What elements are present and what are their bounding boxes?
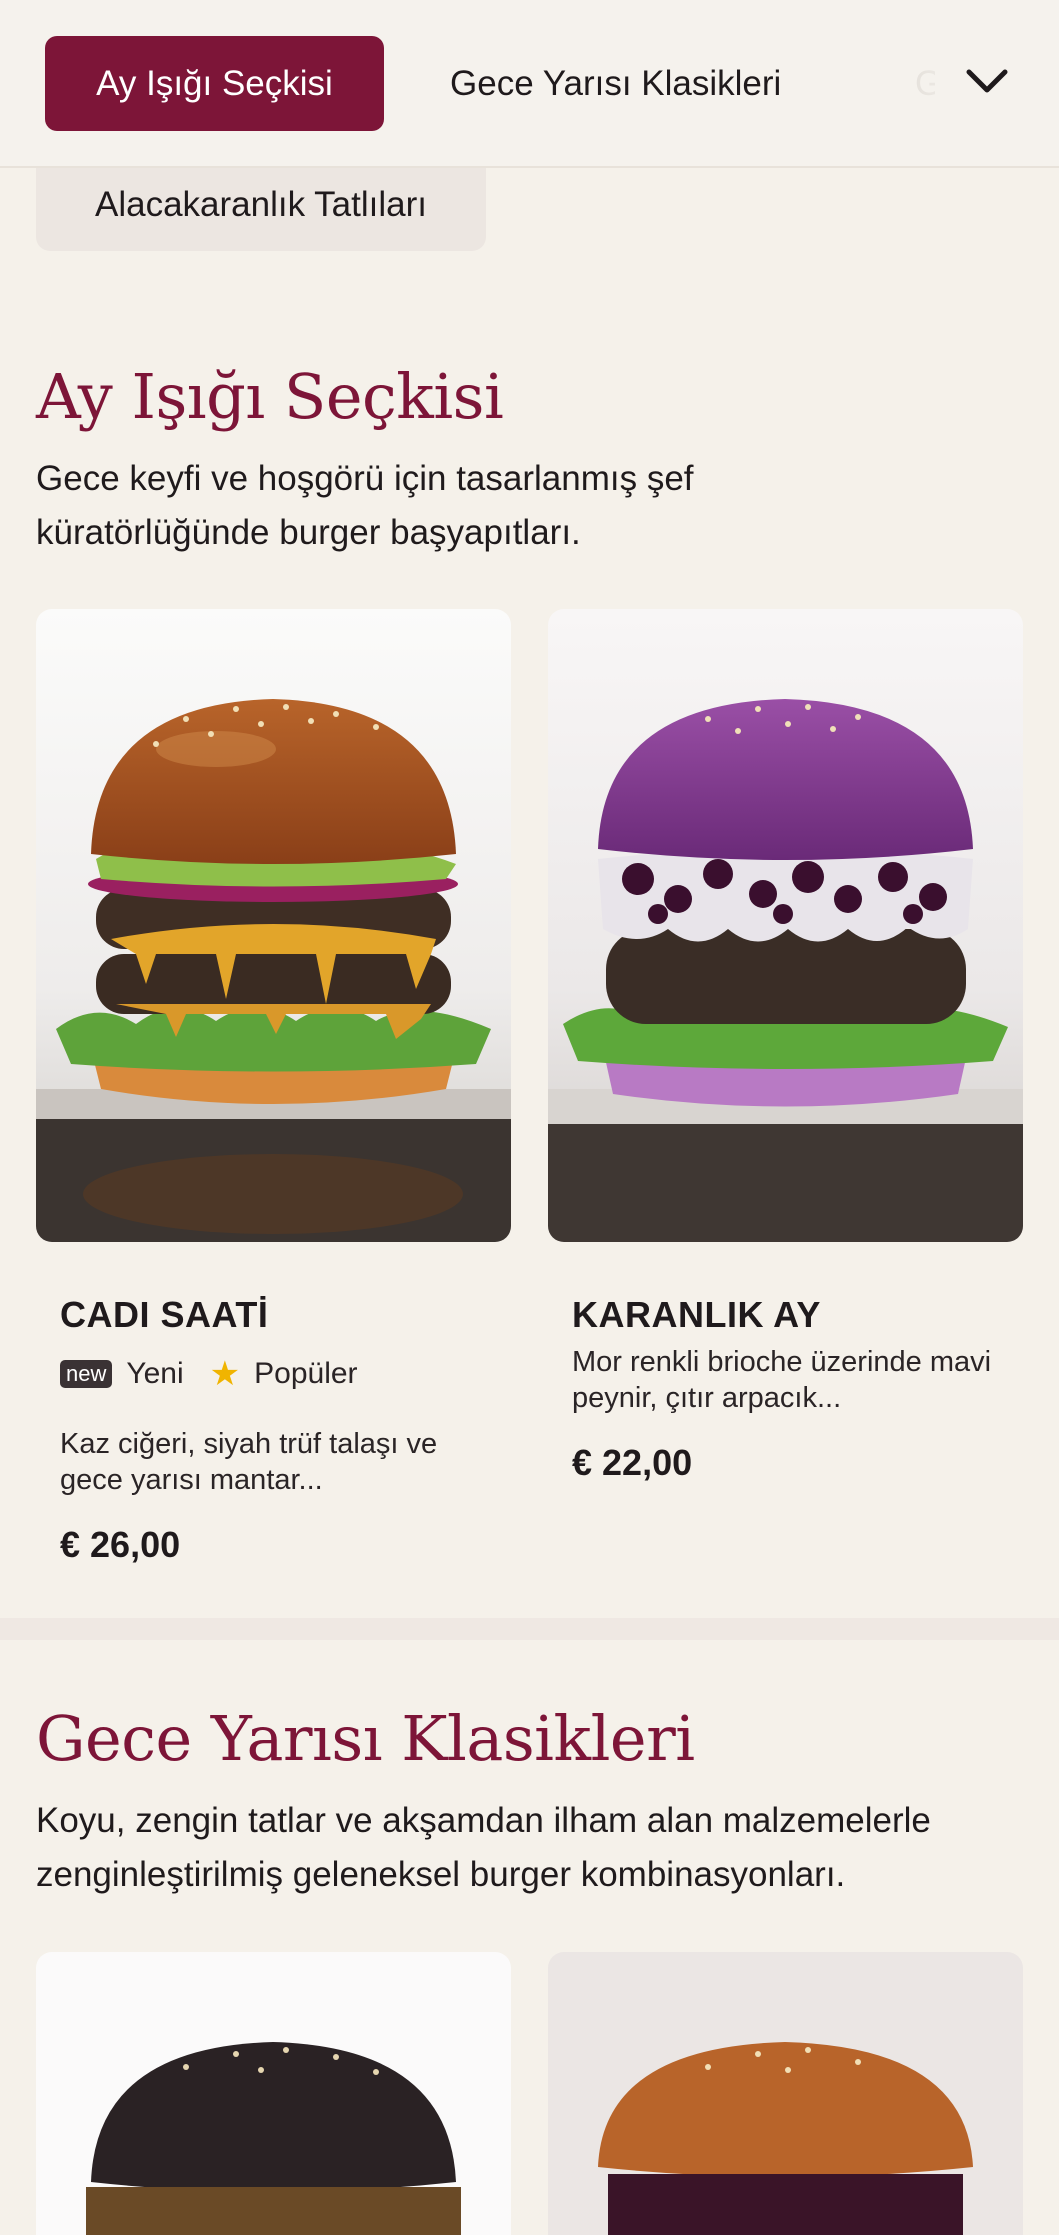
burger-image-1[interactable]	[36, 1952, 511, 2235]
tab-ay-isigi-seckisi[interactable]: Ay Işığı Seçkisi	[45, 36, 384, 131]
item-price: € 22,00	[572, 1442, 693, 1483]
item-name: CADI SAATİ	[60, 1294, 269, 1335]
burger-image-cadi-saati[interactable]	[36, 609, 511, 1242]
item-name: KARANLIK AY	[572, 1294, 821, 1335]
category-nav: Ay Işığı Seçkisi Gece Yarısı Klasikleri …	[0, 0, 1059, 168]
item-price: € 26,00	[60, 1524, 181, 1565]
nav-fade-overlay	[860, 0, 1059, 166]
new-badge: new	[60, 1360, 113, 1388]
new-label: Yeni	[126, 1357, 184, 1390]
burger-image-karanlik-ay[interactable]	[548, 609, 1023, 1242]
popular-label: Popüler	[254, 1357, 358, 1390]
section-title: Ay Işığı Seçkisi	[36, 360, 504, 433]
section-description: Gece keyfi ve hoşgörü için tasarlanmış ş…	[36, 459, 694, 552]
tab-gece-yarisi-klasikleri[interactable]: Gece Yarısı Klasikleri	[450, 36, 781, 131]
section-description: Koyu, zengin tatlar ve akşamdan ilham al…	[36, 1801, 931, 1894]
item-description: Kaz ciğeri, siyah trüf talaşı ve gece ya…	[60, 1428, 438, 1496]
chevron-down-icon[interactable]	[963, 62, 1011, 102]
star-icon: ★	[209, 1355, 241, 1393]
section-title: Gece Yarısı Klasikleri	[36, 1702, 695, 1775]
item-description: Mor renkli brioche üzerinde mavi peynir,…	[572, 1346, 992, 1414]
tab-alacakaranlik-tatlilari[interactable]: Alacakaranlık Tatlıları	[36, 158, 486, 251]
item-badges: new Yeni ★ Popüler	[60, 1354, 358, 1394]
burger-image-2[interactable]	[548, 1952, 1023, 2235]
section-divider	[0, 1618, 1059, 1640]
